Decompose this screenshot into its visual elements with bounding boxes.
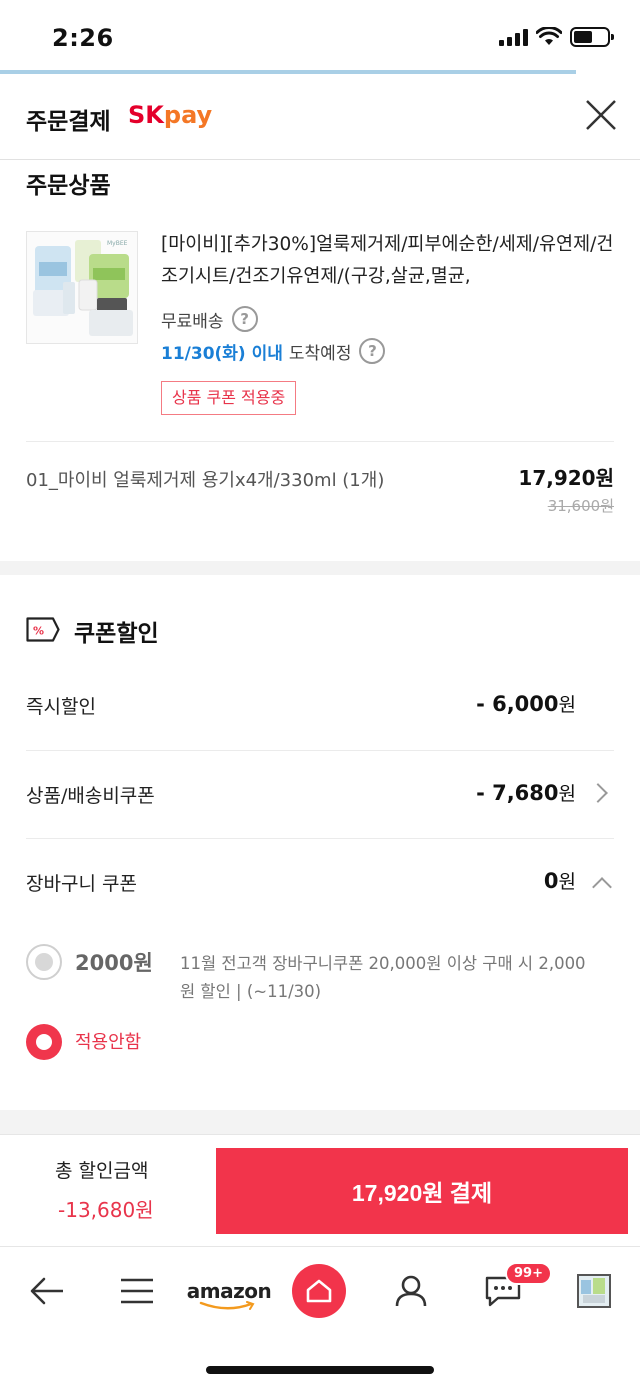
page-title: 주문결제 bbox=[26, 109, 111, 135]
product-name[interactable]: [마이비][추가30%]얼룩제거제/피부에순한/세제/유연제/건조기시트/건조기… bbox=[161, 229, 621, 293]
cart-coupon-value[interactable]: 0원 bbox=[544, 867, 576, 894]
divider bbox=[26, 838, 614, 839]
arrival-info: 11/30(화) 이내 도착예정 ? bbox=[161, 338, 386, 364]
cellular-signal-icon bbox=[499, 28, 528, 46]
loading-progress-bar bbox=[0, 70, 576, 74]
chevron-right-icon[interactable] bbox=[588, 783, 608, 803]
section-divider bbox=[0, 561, 640, 575]
coupon-applied-badge: 상품 쿠폰 적용중 bbox=[161, 381, 297, 415]
cart-coupon-2000-radio[interactable] bbox=[26, 944, 62, 980]
product-coupon-label[interactable]: 상품/배송비쿠폰 bbox=[26, 781, 155, 808]
not-applied-radio[interactable] bbox=[26, 1024, 62, 1060]
instant-discount-value: - 6,000원 bbox=[476, 692, 576, 716]
cart-coupon-amount[interactable]: 2000원 bbox=[75, 947, 153, 977]
arrival-label: 도착예정 bbox=[288, 343, 352, 364]
instant-discount-label: 즉시할인 bbox=[26, 696, 96, 718]
my-page-icon[interactable] bbox=[388, 1264, 434, 1318]
order-products-title: 주문상품 bbox=[26, 173, 111, 199]
page-header: 주문결제 SKpay bbox=[0, 76, 640, 160]
skpay-logo: SKpay bbox=[128, 101, 213, 129]
option-original-price: 31,600원 bbox=[547, 497, 614, 515]
shipping-help-icon[interactable]: ? bbox=[231, 306, 258, 332]
battery-icon bbox=[570, 27, 614, 47]
home-button[interactable] bbox=[292, 1264, 346, 1318]
total-discount-value: -13,680원 bbox=[58, 1198, 154, 1222]
menu-icon[interactable] bbox=[112, 1264, 162, 1318]
pay-button[interactable]: 17,920원 결제 bbox=[216, 1148, 628, 1234]
amazon-logo[interactable]: amazon bbox=[186, 1264, 272, 1318]
divider bbox=[26, 750, 614, 751]
arrival-date: 11/30(화) 이내 bbox=[161, 343, 283, 364]
status-icons bbox=[499, 27, 614, 47]
cart-coupon-description: 11월 전고객 장바구니쿠폰 20,000원 이상 구매 시 2,000원 할인… bbox=[180, 954, 586, 1001]
coupon-section-title: 쿠폰할인 bbox=[74, 621, 159, 647]
chevron-up-icon[interactable] bbox=[592, 877, 612, 897]
home-indicator bbox=[206, 1366, 434, 1374]
status-bar: 2:26 bbox=[0, 0, 640, 74]
recent-product-image bbox=[581, 1278, 605, 1303]
svg-text:MyBEE: MyBEE bbox=[107, 240, 128, 247]
notification-badge: 99+ bbox=[505, 1262, 552, 1285]
wifi-icon bbox=[536, 27, 562, 45]
cart-coupon-label[interactable]: 장바구니 쿠폰 bbox=[26, 869, 137, 896]
recent-product-thumbnail[interactable] bbox=[574, 1264, 614, 1318]
amazon-logo-text: amazon bbox=[186, 1279, 272, 1303]
option-name: 01_마이비 얼룩제거제 용기x4개/330ml (1개) bbox=[26, 470, 385, 491]
back-icon[interactable] bbox=[22, 1264, 72, 1318]
amazon-smile-icon bbox=[199, 1301, 255, 1310]
coupon-icon: % bbox=[26, 617, 60, 642]
divider bbox=[26, 441, 614, 442]
status-time: 2:26 bbox=[52, 24, 114, 52]
product-image: MyBEE bbox=[27, 232, 137, 343]
arrival-help-icon[interactable]: ? bbox=[359, 338, 386, 364]
svg-text:%: % bbox=[33, 625, 44, 638]
total-discount-label: 총 할인금액 bbox=[55, 1160, 149, 1182]
option-price: 17,920원 bbox=[518, 466, 614, 490]
section-divider bbox=[0, 1110, 640, 1134]
shipping-label: 무료배송 bbox=[161, 311, 224, 332]
product-thumbnail[interactable]: MyBEE bbox=[26, 231, 138, 344]
home-icon bbox=[306, 1279, 332, 1303]
not-applied-label[interactable]: 적용안함 bbox=[75, 1028, 141, 1054]
close-icon[interactable] bbox=[584, 98, 618, 132]
product-coupon-value[interactable]: - 7,680원 bbox=[476, 779, 576, 806]
shipping-info: 무료배송 ? bbox=[161, 306, 258, 332]
